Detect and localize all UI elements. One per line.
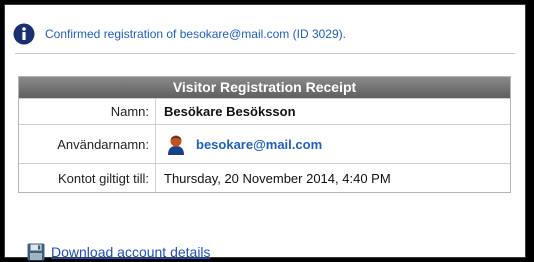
registration-panel: Confirmed registration of besokare@mail.… <box>4 4 526 261</box>
row-valid-until: Kontot giltigt till: Thursday, 20 Novemb… <box>19 163 510 192</box>
receipt-title: Visitor Registration Receipt <box>19 77 510 98</box>
row-username: Användarnamn: besokare@mail.com <box>19 124 510 163</box>
valid-until-label: Kontot giltigt till: <box>19 164 156 192</box>
download-link[interactable]: Download account details <box>51 244 211 260</box>
name-label: Namn: <box>19 99 156 124</box>
confirmation-notice: Confirmed registration of besokare@mail.… <box>13 23 346 45</box>
username-label: Användarnamn: <box>19 125 156 163</box>
row-name: Namn: Besökare Besöksson <box>19 98 510 124</box>
separator-line <box>15 53 515 54</box>
valid-until-value: Thursday, 20 November 2014, 4:40 PM <box>164 170 391 186</box>
info-icon <box>13 23 35 45</box>
email-link[interactable]: besokare@mail.com <box>196 137 322 152</box>
confirmation-message: Confirmed registration of besokare@mail.… <box>45 27 346 41</box>
download-account-details[interactable]: Download account details <box>27 243 211 261</box>
name-value: Besökare Besöksson <box>164 104 296 119</box>
floppy-disk-icon <box>27 243 45 261</box>
receipt-table: Visitor Registration Receipt Namn: Besök… <box>18 76 511 193</box>
user-avatar-icon <box>168 135 184 155</box>
